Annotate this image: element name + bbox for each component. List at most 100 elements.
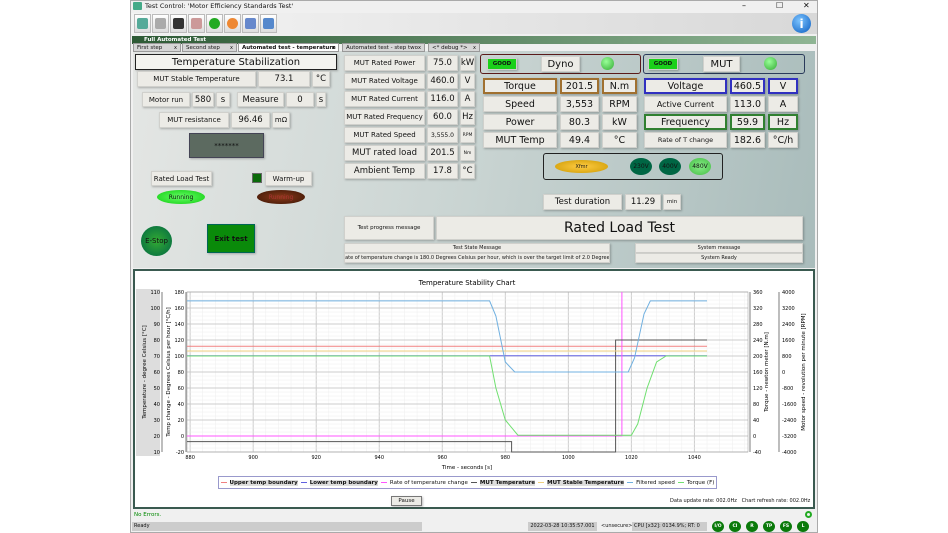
indicator-fs[interactable]: FS bbox=[780, 521, 792, 532]
rated-value: 17.8 bbox=[427, 163, 458, 179]
dyno-unit: kW bbox=[602, 114, 637, 130]
rated-value: 201.5 bbox=[427, 145, 458, 161]
legend-swatch bbox=[677, 481, 684, 484]
torque-tick-label: 160 bbox=[753, 370, 763, 376]
tab-3[interactable]: Automated test - step two x bbox=[342, 43, 425, 52]
mut-value: 460.5 bbox=[730, 78, 765, 94]
x-tick-label: 960 bbox=[438, 455, 448, 461]
status-security: <unsecure> bbox=[601, 523, 633, 529]
rate-tick-label: -20 bbox=[176, 450, 184, 456]
legend-swatch bbox=[380, 481, 387, 484]
legend-item: Torque (F) bbox=[677, 479, 715, 486]
refresh-rates: Data update rate: 002.0Hz Chart refresh … bbox=[670, 498, 811, 504]
mut-unit: A bbox=[768, 96, 798, 112]
legend-item: Filtered speed bbox=[627, 480, 675, 486]
rated-label: MUT Rated Frequency bbox=[344, 109, 425, 125]
mut-value: 182.6 bbox=[730, 132, 765, 148]
tab-label: Second step bbox=[186, 45, 220, 51]
tab-1[interactable]: Second step x bbox=[182, 43, 237, 52]
legend-swatch bbox=[627, 481, 634, 484]
x-tick-label: 900 bbox=[248, 455, 258, 461]
torque-tick-label: 120 bbox=[753, 386, 763, 392]
pause-button[interactable]: Pause bbox=[391, 496, 422, 506]
tab-close-icon[interactable]: x bbox=[332, 44, 335, 52]
error-status: No Errors. bbox=[134, 512, 162, 518]
rate-axis-label: Temp change - Degrees Celsius per hour [… bbox=[166, 307, 172, 437]
dyno-unit: N.m bbox=[602, 78, 637, 94]
chart-title: Temperature Stability Chart bbox=[418, 279, 516, 287]
rated-unit: A bbox=[460, 91, 475, 107]
legend-item: Upper temp boundary bbox=[220, 479, 298, 486]
mut-label: Active Current bbox=[644, 96, 727, 112]
speed-tick-label: 2400 bbox=[782, 322, 795, 328]
temp-tick-label: 50 bbox=[154, 386, 160, 392]
legend-label: Lower temp boundary bbox=[309, 479, 378, 486]
chart-legend: Upper temp boundary Lower temp boundary Ra… bbox=[218, 476, 717, 489]
torque-tick-label: 80 bbox=[753, 402, 759, 408]
rated-label: MUT Rated Speed bbox=[344, 127, 425, 143]
dyno-label: Speed bbox=[483, 96, 557, 112]
speed-tick-label: -2400 bbox=[782, 418, 797, 424]
speed-tick-label: 0 bbox=[782, 370, 785, 376]
indicator-io[interactable]: I/O bbox=[712, 521, 724, 532]
rate-tick-label: 40 bbox=[178, 402, 184, 408]
mut-label: Voltage bbox=[644, 78, 727, 94]
speed-tick-label: 3200 bbox=[782, 306, 795, 312]
rated-unit: kW bbox=[460, 55, 475, 71]
dyno-label: Torque bbox=[483, 78, 557, 94]
rated-label: MUT Rated Current bbox=[344, 91, 425, 107]
temp-axis-label: Temperature - degree Celsius [°C] bbox=[142, 325, 148, 419]
tab-0[interactable]: First step x bbox=[133, 43, 181, 52]
legend-label: Filtered speed bbox=[636, 479, 675, 486]
temp-tick-label: 110 bbox=[150, 290, 160, 296]
torque-tick-label: -40 bbox=[753, 450, 761, 456]
temp-tick-label: 60 bbox=[154, 370, 160, 376]
dyno-value: 80.3 bbox=[560, 114, 599, 130]
speed-tick-label: -4000 bbox=[782, 450, 797, 456]
rate-tick-label: 60 bbox=[178, 386, 184, 392]
legend-item: Lower temp boundary bbox=[300, 479, 378, 486]
dyno-value: 49.4 bbox=[560, 132, 599, 148]
tab-close-icon[interactable]: x bbox=[473, 44, 476, 52]
indicator-r[interactable]: R bbox=[746, 521, 758, 532]
torque-tick-label: 320 bbox=[753, 306, 763, 312]
rated-value: 460.0 bbox=[427, 73, 458, 89]
tab-close-icon[interactable]: x bbox=[174, 44, 177, 52]
legend-swatch bbox=[300, 481, 307, 484]
rated-unit: RPM bbox=[460, 127, 475, 143]
rated-value: 116.0 bbox=[427, 91, 458, 107]
torque-tick-label: 200 bbox=[753, 354, 763, 360]
rated-unit: V bbox=[460, 73, 475, 89]
rate-tick-label: 80 bbox=[178, 370, 184, 376]
indicator-tp[interactable]: TP bbox=[763, 521, 775, 532]
series-filtered-speed bbox=[187, 300, 707, 373]
dyno-value: 3,553 bbox=[560, 96, 599, 112]
rated-value: 3,555.0 bbox=[427, 127, 458, 143]
tab-4[interactable]: <* debug *> x bbox=[428, 43, 480, 52]
status-datetime: 2022-03-28 10:35:57.001 bbox=[528, 522, 597, 531]
rate-tick-label: 180 bbox=[174, 290, 184, 296]
x-axis-label: Time - seconds [s] bbox=[441, 465, 492, 471]
temp-tick-label: 20 bbox=[154, 434, 160, 440]
temp-tick-label: 80 bbox=[154, 338, 160, 344]
torque-axis-label: Torque - newton meter [N.m] bbox=[764, 332, 770, 413]
speed-tick-label: -800 bbox=[782, 386, 793, 392]
rated-unit: Hz bbox=[460, 109, 475, 125]
tab-close-icon[interactable]: x bbox=[418, 44, 421, 52]
mut-unit: Hz bbox=[768, 114, 798, 130]
dyno-label: Power bbox=[483, 114, 557, 130]
x-tick-label: 980 bbox=[501, 455, 511, 461]
rated-value: 75.0 bbox=[427, 55, 458, 71]
status-cpu: CPU [x32]: 0134.9%; RT: 0 bbox=[632, 522, 707, 531]
speed-axis-label: Motor speed - revolution per minute [RPM… bbox=[801, 313, 807, 430]
legend-swatch bbox=[470, 481, 477, 484]
tab-close-icon[interactable]: x bbox=[230, 44, 233, 52]
rated-label: MUT rated load bbox=[344, 145, 425, 161]
speed-tick-label: -3200 bbox=[782, 434, 797, 440]
tab-2[interactable]: Automated test - temperature x bbox=[238, 43, 339, 52]
indicator-l[interactable]: L bbox=[797, 521, 809, 532]
rated-label: Ambient Temp bbox=[344, 163, 425, 179]
indicator-ci[interactable]: CI bbox=[729, 521, 741, 532]
legend-label: Torque (F) bbox=[686, 479, 715, 486]
mut-label: Frequency bbox=[644, 114, 727, 130]
